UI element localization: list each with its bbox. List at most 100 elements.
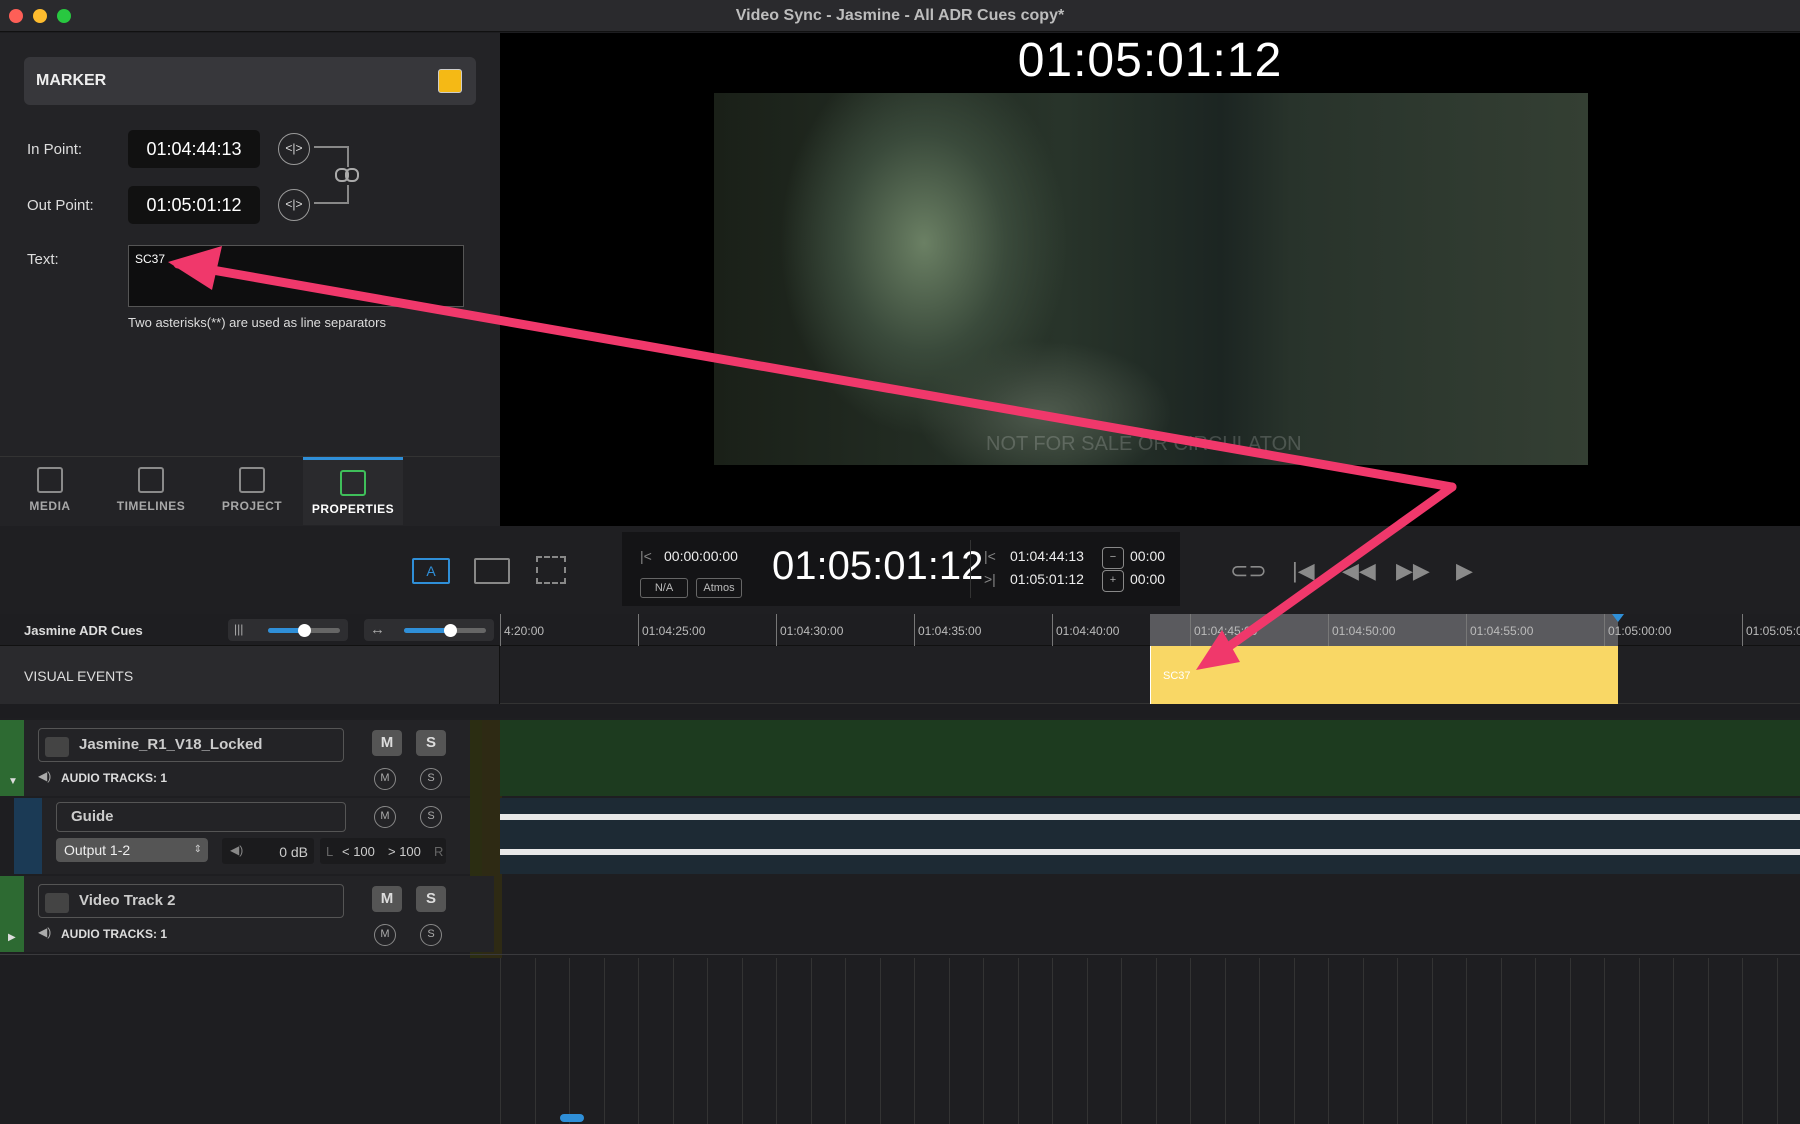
guide-name-field[interactable]: Guide bbox=[56, 802, 346, 832]
track2-audio-count: AUDIO TRACKS: 1 bbox=[61, 927, 168, 941]
ruler-tick-label: 01:04:35:00 bbox=[914, 614, 981, 646]
track1-mute-video-button[interactable]: M bbox=[372, 730, 402, 756]
marker-color-swatch[interactable] bbox=[438, 69, 462, 93]
grid-line bbox=[845, 958, 846, 1124]
text-label: Text: bbox=[27, 251, 59, 268]
timeline-ruler[interactable]: Jasmine ADR Cues ||| ↔ 4:20:00 01:04:25:0… bbox=[0, 614, 1800, 646]
out-point-set-button[interactable]: <|> bbox=[278, 189, 310, 221]
track2-name-field[interactable]: Video Track 2 bbox=[38, 884, 344, 918]
project-icon bbox=[239, 467, 265, 493]
track2-mute-button[interactable]: M bbox=[374, 924, 396, 946]
horizontal-arrows-icon: ↔ bbox=[370, 621, 385, 638]
guide-lane[interactable] bbox=[500, 798, 1800, 874]
track1-name-field[interactable]: Jasmine_R1_V18_Locked bbox=[38, 728, 344, 762]
plus-icon[interactable]: + bbox=[1102, 570, 1124, 592]
guide-header: Guide M S Output 1-2 ⇕ ◀) 0 dB L < 100 > … bbox=[42, 798, 470, 874]
visual-events-header: VISUAL EVENTS bbox=[0, 646, 500, 704]
grid-line bbox=[1397, 958, 1398, 1124]
title-bar: Video Sync - Jasmine - All ADR Cues copy… bbox=[0, 0, 1800, 32]
marker-clip-label: SC37 bbox=[1163, 670, 1191, 682]
na-button[interactable]: N/A bbox=[640, 578, 688, 598]
minus-icon[interactable]: − bbox=[1102, 547, 1124, 569]
grid-line bbox=[1500, 958, 1502, 1124]
grid-line bbox=[879, 958, 881, 1124]
track1-mute-button[interactable]: M bbox=[374, 768, 396, 790]
track1-lane[interactable] bbox=[500, 720, 1800, 796]
in-timecode: 01:04:44:13 bbox=[1010, 548, 1084, 564]
grid-line bbox=[672, 958, 674, 1124]
picture-in-picture-icon[interactable] bbox=[474, 558, 510, 584]
grid-line bbox=[1776, 958, 1778, 1124]
track1-solo-video-button[interactable]: S bbox=[416, 730, 446, 756]
main-timecode: 01:05:01:12 bbox=[772, 544, 984, 588]
visual-events-row: VISUAL EVENTS SC37 bbox=[0, 646, 1800, 704]
zoom-slider-knob[interactable] bbox=[298, 624, 311, 637]
output-select[interactable]: Output 1-2 ⇕ bbox=[56, 838, 208, 862]
track2-solo-video-button[interactable]: S bbox=[416, 886, 446, 912]
media-icon bbox=[37, 467, 63, 493]
expand-down-icon[interactable]: ▼ bbox=[8, 776, 18, 787]
track2-solo-button[interactable]: S bbox=[420, 924, 442, 946]
zoom-slider[interactable]: ||| bbox=[228, 619, 348, 641]
in-point-label: In Point: bbox=[27, 141, 83, 158]
grid-line bbox=[1259, 958, 1260, 1124]
skip-back-icon[interactable]: |◀ bbox=[1292, 558, 1315, 584]
marker-clip[interactable]: SC37 bbox=[1150, 646, 1618, 704]
grid-line bbox=[1293, 958, 1295, 1124]
tracks-area: ▼ Jasmine_R1_V18_Locked M S ◀) AUDIO TRA… bbox=[0, 718, 1800, 1124]
video-frame: NOT FOR SALE OR CIRCULATON bbox=[714, 93, 1588, 465]
marker-text-field[interactable]: SC37 bbox=[128, 245, 464, 307]
viewer-timecode: 01:05:01:12 bbox=[1017, 34, 1283, 87]
grid-line bbox=[1362, 958, 1364, 1124]
out-point-field[interactable]: 01:05:01:12 bbox=[128, 186, 260, 224]
minus-value: 00:00 bbox=[1130, 548, 1166, 564]
scroll-slider-knob[interactable] bbox=[444, 624, 457, 637]
properties-panel: MARKER In Point: 01:04:44:13 <|> Out Poi… bbox=[0, 33, 500, 456]
play-icon[interactable]: ▶ bbox=[1456, 558, 1473, 584]
loop-icon[interactable]: ⊂⊃ bbox=[1230, 558, 1267, 584]
in-point-field[interactable]: 01:04:44:13 bbox=[128, 130, 260, 168]
scroll-indicator[interactable] bbox=[560, 1114, 584, 1122]
grid-line bbox=[1604, 958, 1605, 1124]
mode-a-button[interactable]: A bbox=[412, 558, 450, 584]
scroll-slider[interactable]: ↔ bbox=[364, 619, 494, 641]
guide-mute-button[interactable]: M bbox=[374, 806, 396, 828]
out-timecode: 01:05:01:12 bbox=[1010, 571, 1084, 587]
link-icon[interactable] bbox=[312, 145, 362, 207]
volume-icon: ◀) bbox=[230, 843, 244, 857]
grid-line bbox=[1466, 958, 1467, 1124]
tab-media[interactable]: MEDIA bbox=[0, 457, 100, 525]
tab-timelines[interactable]: TIMELINES bbox=[101, 457, 201, 525]
grid-line bbox=[1569, 958, 1571, 1124]
grid-line bbox=[1742, 958, 1743, 1124]
ruler-tick-label: 01:04:50:00 bbox=[1328, 614, 1395, 646]
gain-field[interactable]: ◀) 0 dB bbox=[222, 838, 314, 864]
fast-forward-icon[interactable]: ▶▶ bbox=[1396, 558, 1430, 584]
panel-tabs: MEDIA TIMELINES PROJECT PROPERTIES bbox=[0, 456, 500, 526]
transport-bar: A |< 00:00:00:00 N/A Atmos 01:05:01:12 |… bbox=[0, 526, 1800, 614]
ruler-tick-label: 01:04:30:00 bbox=[776, 614, 843, 646]
atmos-button[interactable]: Atmos bbox=[696, 578, 742, 598]
tab-properties[interactable]: PROPERTIES bbox=[303, 457, 403, 525]
video-viewer[interactable]: 01:05:01:12 NOT FOR SALE OR CIRCULATON bbox=[500, 33, 1800, 526]
track2-mute-video-button[interactable]: M bbox=[372, 886, 402, 912]
timelines-icon bbox=[138, 467, 164, 493]
separator-note: Two asterisks(**) are used as line separ… bbox=[128, 315, 386, 330]
grid-line bbox=[810, 958, 812, 1124]
timeline-name: Jasmine ADR Cues bbox=[24, 623, 143, 638]
pan-control[interactable]: L < 100 > 100 R bbox=[320, 838, 446, 864]
grid-line bbox=[983, 958, 984, 1124]
grid-line bbox=[1224, 958, 1226, 1124]
grid-line bbox=[741, 958, 743, 1124]
tab-project[interactable]: PROJECT bbox=[202, 457, 302, 525]
properties-icon bbox=[340, 470, 366, 496]
rewind-icon[interactable]: ◀◀ bbox=[1342, 558, 1376, 584]
grid-line bbox=[1638, 958, 1640, 1124]
expand-right-icon[interactable]: ▶ bbox=[8, 932, 16, 943]
grid-line bbox=[1431, 958, 1433, 1124]
fullscreen-icon[interactable] bbox=[536, 556, 566, 584]
grid-line bbox=[638, 958, 639, 1124]
in-point-set-button[interactable]: <|> bbox=[278, 133, 310, 165]
guide-solo-button[interactable]: S bbox=[420, 806, 442, 828]
track1-solo-button[interactable]: S bbox=[420, 768, 442, 790]
